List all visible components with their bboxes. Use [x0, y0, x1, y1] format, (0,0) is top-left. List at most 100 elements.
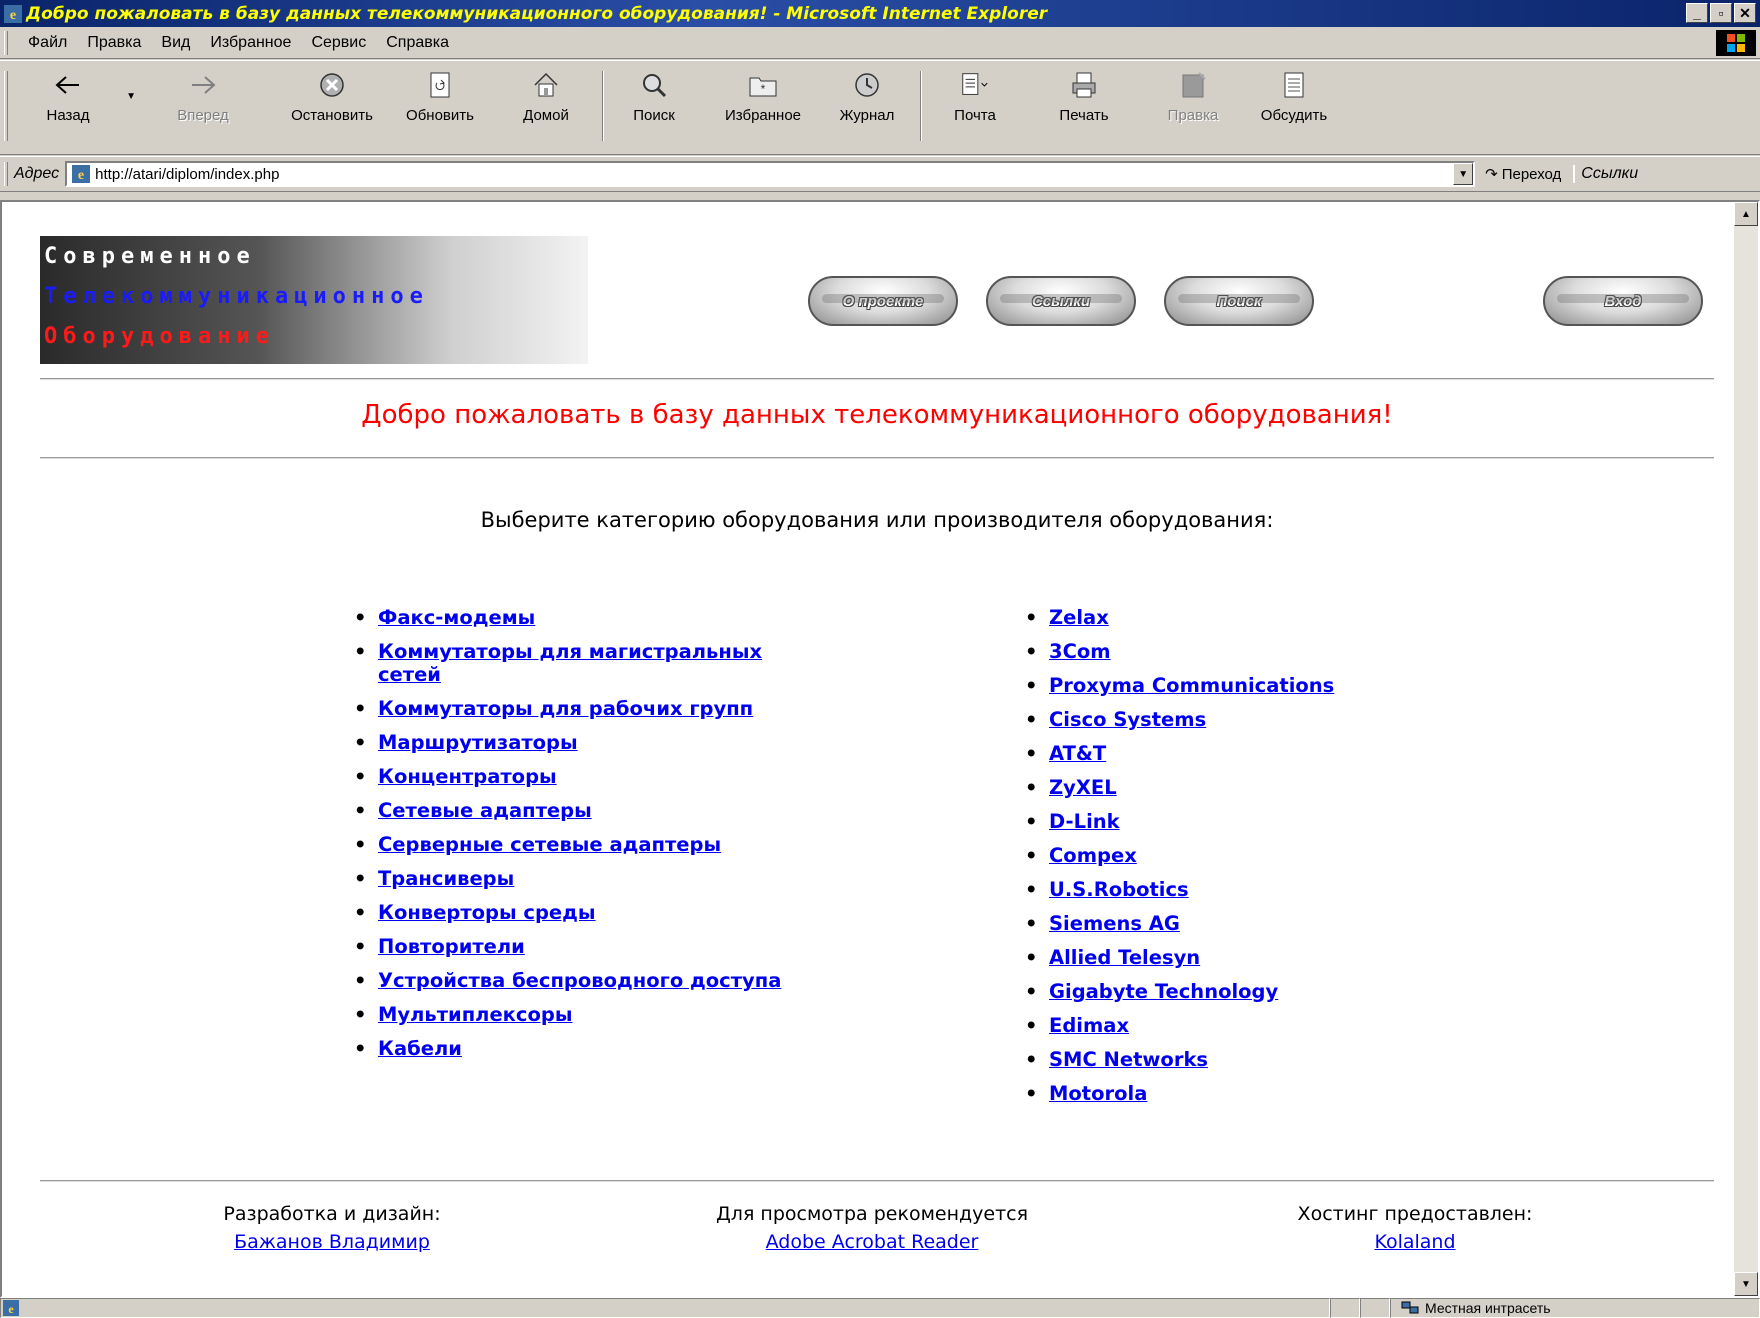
home-button[interactable]: Домой — [498, 61, 594, 155]
category-link[interactable]: Трансиверы — [378, 867, 514, 890]
forward-button[interactable]: Вперед — [148, 61, 258, 155]
list-item: Коммутаторы для рабочих групп — [350, 697, 820, 720]
menu-help[interactable]: Справка — [376, 34, 459, 52]
manufacturer-link[interactable]: Cisco Systems — [1049, 708, 1206, 731]
mail-icon — [959, 69, 991, 101]
manufacturer-link[interactable]: AT&T — [1049, 742, 1106, 765]
address-input[interactable]: e http://atari/diplom/index.php ▼ — [65, 161, 1476, 187]
address-url: http://atari/diplom/index.php — [95, 165, 280, 183]
menu-bar: Файл Правка Вид Избранное Сервис Справка — [0, 27, 1760, 59]
manufacturer-link[interactable]: D-Link — [1049, 810, 1120, 833]
manufacturer-link[interactable]: Proxyma Communications — [1049, 674, 1334, 697]
category-link[interactable]: Кабели — [378, 1037, 462, 1060]
svg-text:e: e — [10, 8, 16, 23]
list-item: Маршрутизаторы — [350, 731, 820, 754]
address-label: Адрес — [14, 165, 60, 182]
category-link[interactable]: Факс-модемы — [378, 606, 535, 629]
favorites-folder-icon: * — [747, 69, 779, 101]
list-item: AT&T — [1021, 742, 1441, 765]
menu-view[interactable]: Вид — [151, 34, 200, 52]
category-link[interactable]: Устройства беспроводного доступа — [378, 969, 781, 992]
list-item: Коммутаторы для магистральных сетей — [350, 640, 820, 686]
scroll-down-icon[interactable]: ▼ — [1734, 1272, 1758, 1296]
list-item: U.S.Robotics — [1021, 878, 1441, 901]
list-item: Edimax — [1021, 1014, 1441, 1037]
manufacturer-link[interactable]: Allied Telesyn — [1049, 946, 1200, 969]
edit-page-icon — [1177, 69, 1209, 101]
ie-icon: e — [4, 4, 22, 23]
manufacturer-link[interactable]: Gigabyte Technology — [1049, 980, 1278, 1003]
footer-hosting: Хостинг предоставлен: Kolaland — [1215, 1200, 1615, 1256]
links-toolbar[interactable]: Ссылки — [1573, 165, 1638, 183]
edit-label: Правка — [1167, 107, 1219, 124]
refresh-button[interactable]: Обновить — [392, 61, 488, 155]
category-link[interactable]: Повторители — [378, 935, 525, 958]
category-link[interactable]: Концентраторы — [378, 765, 557, 788]
welcome-heading: Добро пожаловать в базу данных телекомму… — [361, 400, 1393, 430]
category-link[interactable]: Серверные сетевые адаптеры — [378, 833, 721, 856]
stop-button[interactable]: Остановить — [278, 61, 386, 155]
search-button[interactable]: Поиск — [612, 61, 696, 155]
title-bar: e Добро пожаловать в базу данных телеком… — [0, 0, 1760, 27]
favorites-button[interactable]: * Избранное — [708, 61, 818, 155]
minimize-button[interactable]: _ — [1686, 3, 1708, 23]
manufacturer-link[interactable]: Compex — [1049, 844, 1137, 867]
mail-button[interactable]: Почта — [930, 61, 1020, 155]
nav-links-button[interactable]: Ссылки — [986, 276, 1136, 326]
menu-tools[interactable]: Сервис — [301, 34, 376, 52]
list-item: Siemens AG — [1021, 912, 1441, 935]
manufacturer-link[interactable]: 3Com — [1049, 640, 1111, 663]
footer-acrobat-link[interactable]: Adobe Acrobat Reader — [766, 1231, 979, 1253]
nav-login-button[interactable]: Вход — [1543, 276, 1703, 326]
banner-line-2: Телекоммуникационное — [44, 284, 429, 309]
nav-search-label: Поиск — [1216, 292, 1262, 310]
back-dropdown-icon[interactable]: ▼ — [126, 91, 136, 102]
list-item: ZyXEL — [1021, 776, 1441, 799]
banner-line-1: Современное — [44, 244, 256, 269]
edit-button[interactable]: Правка — [1148, 61, 1238, 155]
toolbar: Назад ▼ Вперед Остановить Обновить Домой… — [0, 60, 1760, 155]
nav-about-label: О проекте — [842, 292, 924, 310]
history-button[interactable]: Журнал — [822, 61, 912, 155]
manufacturer-link[interactable]: ZyXEL — [1049, 776, 1117, 799]
category-link[interactable]: Маршрутизаторы — [378, 731, 578, 754]
category-link[interactable]: Конверторы среды — [378, 901, 596, 924]
menu-favorites[interactable]: Избранное — [200, 34, 301, 52]
category-link[interactable]: Коммутаторы для рабочих групп — [378, 697, 753, 720]
manufacturer-link[interactable]: Edimax — [1049, 1014, 1129, 1037]
list-item: Zelax — [1021, 606, 1441, 629]
history-icon — [851, 69, 883, 101]
menu-edit[interactable]: Правка — [77, 34, 151, 52]
favorites-label: Избранное — [724, 107, 802, 124]
window-controls: _ ▫ ✕ — [1686, 3, 1756, 23]
menu-file[interactable]: Файл — [18, 34, 77, 52]
address-grip — [4, 162, 8, 186]
discuss-button[interactable]: Обсудить — [1244, 61, 1344, 155]
footer-host-link[interactable]: Kolaland — [1374, 1231, 1455, 1253]
manufacturer-link[interactable]: Motorola — [1049, 1082, 1147, 1105]
maximize-button[interactable]: ▫ — [1710, 3, 1732, 23]
category-link[interactable]: Мультиплексоры — [378, 1003, 572, 1026]
toolbar-separator — [920, 71, 922, 141]
manufacturer-link[interactable]: U.S.Robotics — [1049, 878, 1189, 901]
vertical-scrollbar[interactable]: ▲ ▼ — [1734, 202, 1758, 1296]
category-link[interactable]: Коммутаторы для магистральных сетей — [378, 640, 762, 686]
footer-dev-link[interactable]: Бажанов Владимир — [234, 1231, 430, 1253]
print-button[interactable]: Печать — [1036, 61, 1132, 155]
nav-search-button[interactable]: Поиск — [1164, 276, 1314, 326]
scroll-up-icon[interactable]: ▲ — [1734, 202, 1758, 226]
address-dropdown-icon[interactable]: ▼ — [1453, 163, 1474, 185]
category-link[interactable]: Сетевые адаптеры — [378, 799, 592, 822]
category-prompt: Выберите категорию оборудования или прои… — [480, 508, 1274, 532]
back-label: Назад — [46, 107, 90, 124]
go-button[interactable]: ↷ Переход — [1485, 165, 1561, 184]
page-viewport: Современное Телекоммуникационное Оборудо… — [0, 200, 1760, 1298]
manufacturer-link[interactable]: SMC Networks — [1049, 1048, 1208, 1071]
close-button[interactable]: ✕ — [1734, 3, 1756, 23]
list-item: Кабели — [350, 1037, 820, 1060]
manufacturer-link[interactable]: Zelax — [1049, 606, 1109, 629]
back-button[interactable]: Назад ▼ — [18, 61, 136, 155]
status-zone: Местная интрасеть — [1390, 1298, 1760, 1318]
nav-about-button[interactable]: О проекте — [808, 276, 958, 326]
manufacturer-link[interactable]: Siemens AG — [1049, 912, 1180, 935]
